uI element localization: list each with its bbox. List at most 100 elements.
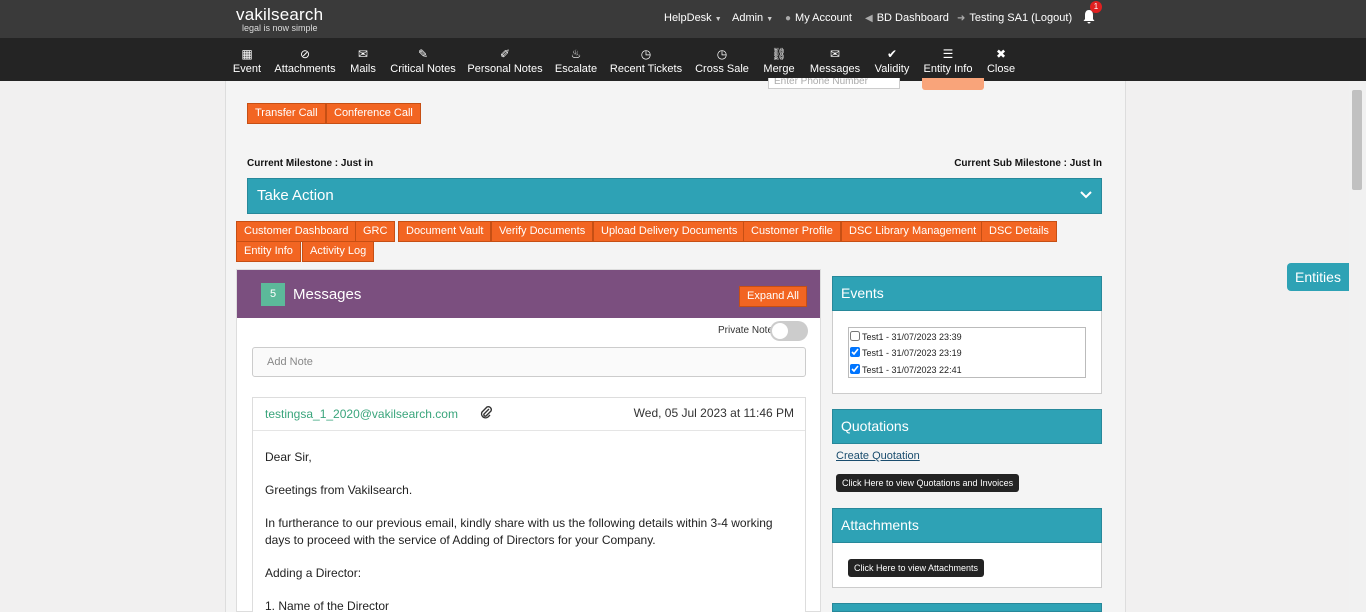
toolbar-label: Critical Notes: [390, 63, 456, 75]
logout-link[interactable]: ➜ Testing SA1 (Logout): [957, 12, 1072, 24]
event-checkbox[interactable]: [850, 347, 860, 357]
my-account-label: My Account: [795, 12, 852, 24]
attachments-title: Attachments: [832, 508, 1102, 543]
notifications-button[interactable]: 1: [1081, 1, 1102, 27]
toolbar-mails[interactable]: ✉ Mails: [350, 48, 376, 75]
helpdesk-label: HelpDesk: [664, 12, 712, 24]
conference-call-button[interactable]: Conference Call: [326, 103, 421, 124]
dsc-library-management-button[interactable]: DSC Library Management: [841, 221, 985, 242]
brand-name: vakilsearch: [236, 5, 324, 24]
event-label: Test1 - 31/07/2023 22:41: [862, 365, 962, 375]
link-icon: ⛓: [771, 47, 787, 61]
expand-all-button[interactable]: Expand All: [739, 286, 807, 307]
call-button[interactable]: [922, 78, 984, 90]
verify-documents-button[interactable]: Verify Documents: [491, 221, 594, 242]
quotations-title: Quotations: [832, 409, 1102, 444]
pencil-icon: ✎: [417, 47, 429, 61]
messages-count-badge: 5: [261, 283, 285, 306]
next-widget-title: [832, 603, 1102, 612]
events-title: Events: [832, 276, 1102, 311]
activity-log-button[interactable]: Activity Log: [302, 241, 375, 262]
my-account-link[interactable]: ● My Account: [785, 12, 852, 24]
toolbar-label: Entity Info: [923, 63, 973, 75]
calendar-icon: ▦: [241, 47, 253, 61]
transfer-call-button[interactable]: Transfer Call: [247, 103, 326, 124]
event-checkbox[interactable]: [850, 364, 860, 374]
current-milestone: Current Milestone : Just in: [247, 158, 374, 169]
dsc-details-button[interactable]: DSC Details: [981, 221, 1057, 242]
clock-icon: ◷: [716, 47, 728, 61]
check-icon: ✔: [886, 47, 898, 61]
email-line: In furtherance to our previous email, ki…: [265, 516, 773, 547]
toolbar-label: Messages: [809, 63, 861, 75]
email-greeting: Dear Sir,: [265, 450, 312, 464]
event-item[interactable]: Test1 - 31/07/2023 23:39: [850, 331, 962, 342]
phone-number-input[interactable]: Enter Phone Number: [768, 78, 900, 89]
toolbar-label: Escalate: [554, 63, 598, 75]
toolbar-escalate[interactable]: ♨ Escalate: [555, 48, 597, 75]
email-sender[interactable]: testingsa_1_2020@vakilsearch.com: [265, 407, 458, 421]
toolbar-entity-info[interactable]: ☰ Entity Info: [924, 48, 973, 75]
toolbar-messages[interactable]: ✉ Messages: [810, 48, 860, 75]
brand-tagline: legal is now simple: [242, 23, 318, 33]
customer-profile-button[interactable]: Customer Profile: [743, 221, 841, 242]
document-vault-button[interactable]: Document Vault: [398, 221, 492, 242]
customer-dashboard-button[interactable]: Customer Dashboard: [236, 221, 357, 242]
toolbar-label: Attachments: [274, 63, 336, 75]
toolbar-label: Event: [232, 63, 262, 75]
event-item[interactable]: Test1 - 31/07/2023 22:41: [850, 364, 962, 375]
create-quotation-link[interactable]: Create Quotation: [836, 450, 920, 462]
logout-label: Testing SA1 (Logout): [969, 12, 1073, 24]
toolbar-close[interactable]: ✖ Close: [987, 48, 1015, 75]
toolbar-label: Merge: [763, 63, 795, 75]
bd-dashboard-link[interactable]: ◀ BD Dashboard: [865, 12, 949, 24]
toolbar-recent-tickets[interactable]: ◷ Recent Tickets: [610, 48, 682, 75]
view-quotations-button[interactable]: Click Here to view Quotations and Invoic…: [836, 474, 1020, 492]
events-list[interactable]: Test1 - 31/07/2023 23:39 Test1 - 31/07/2…: [848, 327, 1086, 378]
brand-logo[interactable]: vakilsearch legal is now simple: [236, 5, 323, 33]
arrow-right-icon: ➜: [957, 13, 966, 24]
email-line: Adding a Director:: [265, 566, 362, 580]
toolbar-label: Personal Notes: [467, 63, 543, 75]
list-icon: ☰: [942, 47, 954, 61]
email-message-card: testingsa_1_2020@vakilsearch.com Wed, 05…: [252, 397, 806, 612]
entity-info-button[interactable]: Entity Info: [236, 241, 301, 262]
toolbar-cross-sale[interactable]: ◷ Cross Sale: [695, 48, 749, 75]
event-label: Test1 - 31/07/2023 23:39: [862, 332, 962, 342]
x-icon: ✖: [995, 47, 1007, 61]
toolbar-validity[interactable]: ✔ Validity: [875, 48, 910, 75]
admin-menu[interactable]: Admin ▼: [732, 12, 773, 24]
fire-icon: ♨: [570, 47, 582, 61]
toolbar-label: Cross Sale: [695, 63, 749, 75]
caret-down-icon: ▼: [766, 16, 774, 23]
action-toolbar: ▦ Event ⊘ Attachments ✉ Mails ✎ Critical Not…: [0, 38, 1366, 81]
paperclip-icon: ⊘: [299, 47, 311, 61]
pin-icon: ✐: [499, 47, 511, 61]
clock-icon: ◷: [640, 47, 652, 61]
toolbar-label: Mails: [350, 63, 376, 75]
top-bar: vakilsearch legal is now simple HelpDesk…: [0, 0, 1366, 38]
grc-button[interactable]: GRC: [355, 221, 396, 242]
toolbar-label: Close: [986, 63, 1016, 75]
toolbar-merge[interactable]: ⛓ Merge: [763, 48, 794, 75]
event-label: Test1 - 31/07/2023 23:19: [862, 348, 962, 358]
take-action-accordion[interactable]: Take Action: [247, 178, 1102, 214]
email-body: Dear Sir, Greetings from Vakilsearch. In…: [265, 449, 785, 612]
toolbar-attachments[interactable]: ⊘ Attachments: [274, 48, 335, 75]
event-item[interactable]: Test1 - 31/07/2023 23:19: [850, 347, 962, 358]
messages-header: 5 Messages Expand All: [237, 270, 820, 318]
paperclip-icon[interactable]: [479, 405, 493, 422]
toolbar-personal-notes[interactable]: ✐ Personal Notes: [467, 48, 542, 75]
upload-delivery-documents-button[interactable]: Upload Delivery Documents: [593, 221, 746, 242]
toolbar-critical-notes[interactable]: ✎ Critical Notes: [390, 48, 455, 75]
scrollbar-thumb[interactable]: [1352, 90, 1362, 190]
private-note-toggle[interactable]: [770, 321, 808, 341]
view-attachments-button[interactable]: Click Here to view Attachments: [848, 559, 985, 577]
entities-tab[interactable]: Entities: [1287, 263, 1349, 291]
envelope-icon: ✉: [357, 47, 369, 61]
add-note-input[interactable]: Add Note: [252, 347, 806, 377]
event-checkbox[interactable]: [850, 331, 860, 341]
toolbar-event[interactable]: ▦ Event: [233, 48, 261, 75]
toolbar-label: Recent Tickets: [609, 63, 683, 75]
helpdesk-menu[interactable]: HelpDesk ▼: [664, 12, 722, 24]
